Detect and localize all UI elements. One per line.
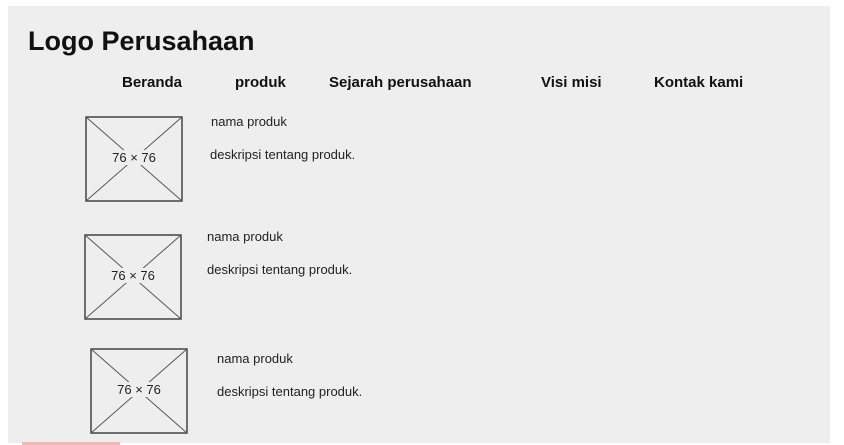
product-name: nama produk xyxy=(217,351,293,366)
company-logo[interactable]: Logo Perusahaan xyxy=(28,26,255,57)
product-image-placeholder: 76 × 76 xyxy=(90,348,188,434)
product-image-placeholder: 76 × 76 xyxy=(85,116,183,202)
product-image-placeholder: 76 × 76 xyxy=(84,234,182,320)
nav-item-visi-misi[interactable]: Visi misi xyxy=(541,74,602,91)
product-name: nama produk xyxy=(211,114,287,129)
nav-item-sejarah-perusahaan[interactable]: Sejarah perusahaan xyxy=(329,74,472,91)
product-name: nama produk xyxy=(207,229,283,244)
product-description: deskripsi tentang produk. xyxy=(207,262,353,277)
image-size-label: 76 × 76 xyxy=(116,382,162,397)
nav-item-beranda[interactable]: Beranda xyxy=(122,74,182,91)
product-description: deskripsi tentang produk. xyxy=(217,384,363,399)
image-size-label: 76 × 76 xyxy=(110,268,156,283)
nav-item-produk[interactable]: produk xyxy=(235,74,286,91)
product-description: deskripsi tentang produk. xyxy=(210,147,356,162)
image-size-label: 76 × 76 xyxy=(111,150,157,165)
nav-item-kontak-kami[interactable]: Kontak kami xyxy=(654,74,743,91)
